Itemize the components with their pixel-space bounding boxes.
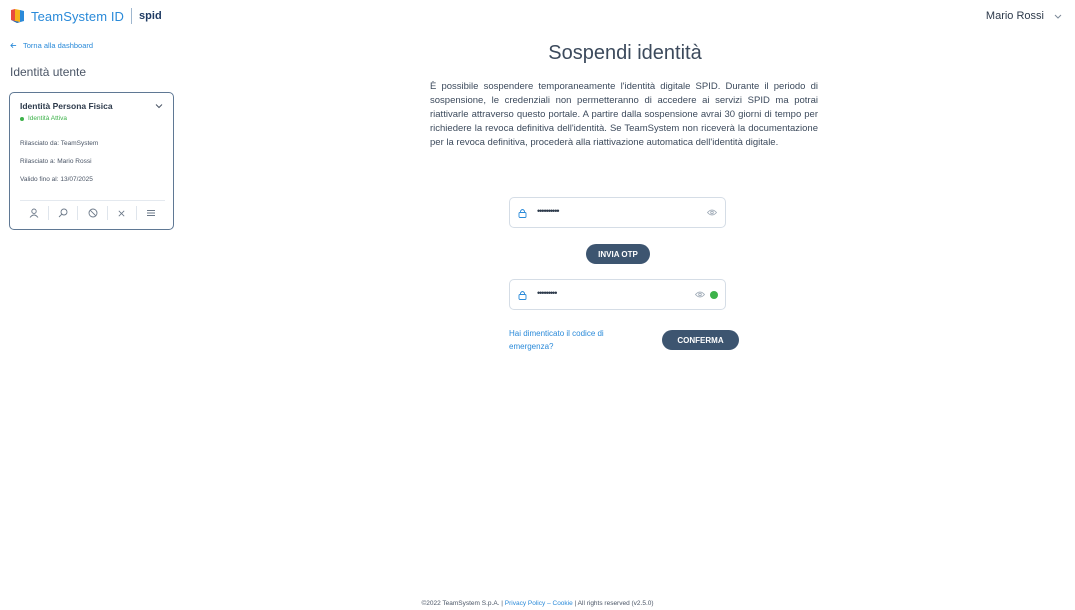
logo-divider <box>131 8 133 24</box>
chevron-down-icon <box>1054 14 1062 19</box>
confirm-button[interactable]: CONFERMA <box>662 330 739 350</box>
eye-icon[interactable] <box>695 291 705 298</box>
valid-until: Valido fino al: 13/07/2025 <box>20 176 93 183</box>
identity-status: Identità Attiva <box>20 115 67 122</box>
back-to-dashboard-link[interactable]: Torna alla dashboard <box>10 41 93 50</box>
identity-card-title: Identità Persona Fisica <box>20 101 113 111</box>
sidebar-title: Identità utente <box>10 65 87 79</box>
teamsystem-logo[interactable]: TeamSystem ID spid <box>10 8 162 24</box>
search-icon <box>58 208 68 218</box>
password-field[interactable]: •••••••••• <box>509 197 726 228</box>
close-icon <box>118 210 125 216</box>
suspend-action-button[interactable] <box>78 206 108 220</box>
privacy-policy-link[interactable]: Privacy Policy <box>505 600 545 607</box>
footer-dash: – <box>547 600 551 607</box>
check-valid-icon <box>710 291 718 299</box>
teamsystem-logo-icon <box>11 9 24 23</box>
forgot-emergency-code-link[interactable]: Hai dimenticato il codice di emergenza? <box>509 327 634 353</box>
list-icon <box>146 210 155 216</box>
otp-field[interactable]: ••••••••• <box>509 279 726 310</box>
identity-card: Identità Persona Fisica Identità Attiva … <box>9 92 174 230</box>
back-link-label: Torna alla dashboard <box>23 41 94 50</box>
top-bar: TeamSystem ID spid Mario Rossi <box>0 0 1075 34</box>
search-action-button[interactable] <box>49 206 79 220</box>
footer: ©2022 TeamSystem S.p.A. | Privacy Policy… <box>0 600 1075 607</box>
identity-actions <box>20 200 165 225</box>
password-value: •••••••••• <box>537 206 559 216</box>
copyright-text: ©2022 TeamSystem S.p.A. | <box>421 600 503 607</box>
eye-icon[interactable] <box>707 209 717 216</box>
user-icon <box>29 208 39 218</box>
lock-icon <box>518 291 527 300</box>
list-action-button[interactable] <box>137 206 165 220</box>
user-menu[interactable]: Mario Rossi <box>986 10 1063 22</box>
issued-by: Rilasciato da: TeamSystem <box>20 140 99 147</box>
logo-text: TeamSystem ID <box>31 8 125 24</box>
chevron-down-icon[interactable] <box>155 103 163 109</box>
block-icon <box>88 208 97 218</box>
revoke-action-button[interactable] <box>108 206 137 220</box>
page-title: Sospendi identità <box>548 42 702 64</box>
arrow-left-icon <box>10 43 17 48</box>
lock-icon <box>518 209 527 218</box>
rights-text: | All rights reserved (v2.5.0) <box>574 600 654 607</box>
user-action-button[interactable] <box>20 206 50 220</box>
spid-logo: spid <box>139 10 162 22</box>
suspension-description: È possibile sospendere temporaneamente l… <box>430 81 818 148</box>
user-name: Mario Rossi <box>985 10 1044 22</box>
send-otp-button[interactable]: INVIA OTP <box>586 244 650 264</box>
cookie-link[interactable]: Cookie <box>553 600 573 607</box>
otp-value: ••••••••• <box>537 288 557 298</box>
status-dot-icon <box>20 116 24 121</box>
issued-to: Rilasciato a: Mario Rossi <box>20 158 92 165</box>
identity-status-label: Identità Attiva <box>28 115 68 122</box>
